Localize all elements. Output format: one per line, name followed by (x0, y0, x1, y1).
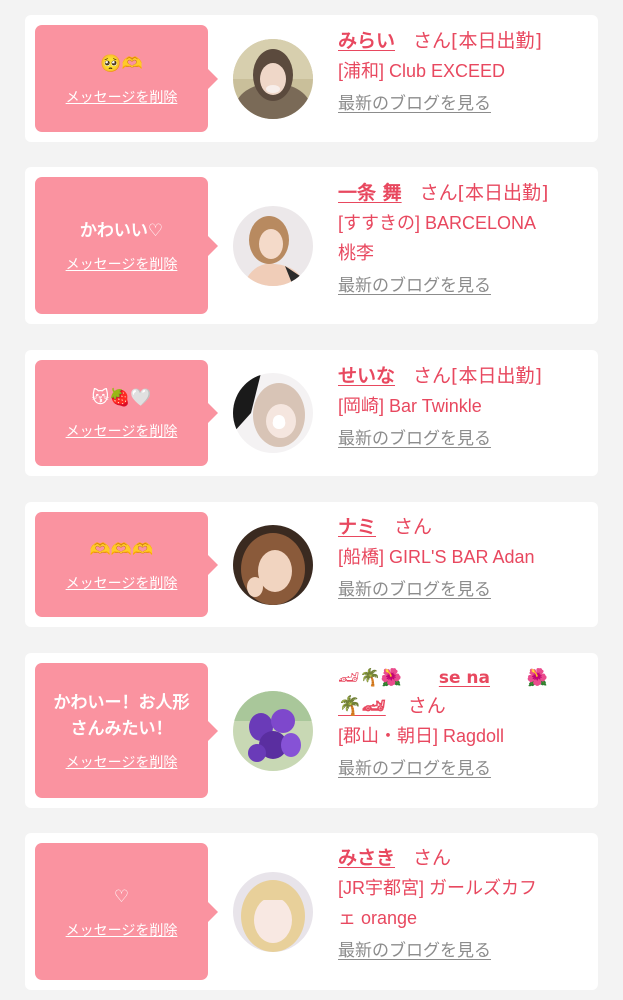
latest-blog-link[interactable]: 最新のブログを見る (338, 578, 491, 602)
shop-name-cont: ェ orange (338, 908, 418, 928)
message-bubble: かわいい♡ メッセージを削除 (35, 177, 218, 314)
message-text: 🫶🫶🫶 (89, 539, 154, 560)
status-badge: [本日出勤] (451, 30, 542, 52)
message-text: 🥺🫶 (100, 53, 143, 74)
avatar[interactable] (233, 39, 313, 119)
honorific: さん (419, 182, 458, 204)
shop-name: [JR宇都宮] ガールズカフ (338, 878, 538, 898)
cast-name-link[interactable]: みさき (338, 847, 395, 869)
delete-message-link[interactable]: メッセージを削除 (66, 752, 178, 772)
cast-name-link[interactable]: se na (402, 665, 527, 691)
avatar[interactable] (233, 525, 313, 605)
delete-message-link[interactable]: メッセージを削除 (66, 254, 178, 274)
favorite-card: 🫶🫶🫶 メッセージを削除 ナミ さん [船橋] GIRL'S BAR Adan 最… (25, 502, 598, 627)
message-text: かわいい♡ (79, 220, 164, 241)
delete-message-link[interactable]: メッセージを削除 (66, 87, 178, 107)
status-badge: [本日出勤] (451, 365, 542, 387)
message-bubble: ♡ メッセージを削除 (35, 843, 218, 980)
cast-name-link[interactable]: せいな (338, 365, 395, 387)
shop-name: [すすきの] BARCELONA (338, 213, 537, 233)
name-emoji-prefix: 🏎🌴🌺 (338, 668, 402, 688)
delete-message-link[interactable]: メッセージを削除 (66, 573, 178, 593)
honorific: さん (407, 695, 446, 717)
avatar[interactable] (233, 206, 313, 286)
cast-info: みさき さん [JR宇都宮] ガールズカフ ェ orange 最新のブログを見る (338, 843, 588, 963)
status-badge: [本日出勤] (457, 182, 549, 204)
shop-name-cont: 桃李 (338, 243, 374, 263)
shop-name: [郡山・朝日] Ragdoll (338, 726, 505, 746)
cast-info: せいな さん[本日出勤] [岡崎] Bar Twinkle 最新のブログを見る (338, 361, 588, 451)
message-bubble: かわいー！お人形 さんみたい！ メッセージを削除 (35, 663, 218, 798)
avatar[interactable] (233, 373, 313, 453)
message-text: 😽🍓🤍 (91, 388, 152, 408)
honorific: さん (413, 365, 452, 387)
cast-name-link[interactable]: ナミ (338, 516, 376, 538)
message-bubble: 🥺🫶 メッセージを削除 (35, 25, 218, 132)
latest-blog-link[interactable]: 最新のブログを見る (338, 939, 491, 963)
cast-info: 一条 舞さん[本日出勤] [すすきの] BARCELONA 桃李 最新のブログを… (338, 178, 588, 298)
shop-name: [岡崎] Bar Twinkle (338, 396, 482, 416)
message-bubble: 🫶🫶🫶 メッセージを削除 (35, 512, 218, 617)
cast-name-link[interactable]: 一条 舞 (338, 182, 402, 204)
latest-blog-link[interactable]: 最新のブログを見る (338, 757, 491, 781)
delete-message-link[interactable]: メッセージを削除 (66, 421, 178, 441)
name-emoji-line2: 🌴🏎 (338, 695, 386, 717)
message-bubble: 😽🍓🤍 メッセージを削除 (35, 360, 218, 466)
cast-info: 🏎🌴🌺 se na 🌺 🌴🏎 さん [郡山・朝日] Ragdoll 最新のブログを見る (338, 665, 588, 781)
message-text: かわいー！お人形 さんみたい！ (53, 692, 190, 739)
favorite-card: ♡ メッセージを削除 みさき さん [JR宇都宮] ガールズカフ ェ orange… (25, 833, 598, 990)
name-emoji-suffix: 🌺 (526, 668, 549, 688)
delete-message-link[interactable]: メッセージを削除 (66, 920, 178, 940)
honorific: さん (413, 847, 452, 869)
favorite-card: かわいい♡ メッセージを削除 一条 舞さん[本日出勤] [すすきの] BARCE… (25, 167, 598, 324)
cast-name-link[interactable]: みらい (338, 30, 395, 52)
shop-name: [船橋] GIRL'S BAR Adan (338, 547, 535, 567)
honorific: さん (394, 516, 433, 538)
shop-name: [浦和] Club EXCEED (338, 61, 506, 81)
honorific: さん (413, 30, 452, 52)
avatar[interactable] (233, 691, 313, 771)
latest-blog-link[interactable]: 最新のブログを見る (338, 427, 491, 451)
avatar[interactable] (233, 872, 313, 952)
cast-info: みらい さん[本日出勤] [浦和] Club EXCEED 最新のブログを見る (338, 26, 588, 116)
message-text: ♡ (113, 886, 130, 907)
favorite-card: 🥺🫶 メッセージを削除 みらい さん[本日出勤] [浦和] Club EXCEED… (25, 15, 598, 142)
cast-info: ナミ さん [船橋] GIRL'S BAR Adan 最新のブログを見る (338, 512, 588, 602)
favorite-card: 😽🍓🤍 メッセージを削除 せいな さん[本日出勤] [岡崎] Bar Twinkl… (25, 350, 598, 476)
favorite-card: かわいー！お人形 さんみたい！ メッセージを削除 🏎🌴🌺 se na 🌺 🌴🏎 さん … (25, 653, 598, 808)
latest-blog-link[interactable]: 最新のブログを見る (338, 274, 491, 298)
latest-blog-link[interactable]: 最新のブログを見る (338, 92, 491, 116)
